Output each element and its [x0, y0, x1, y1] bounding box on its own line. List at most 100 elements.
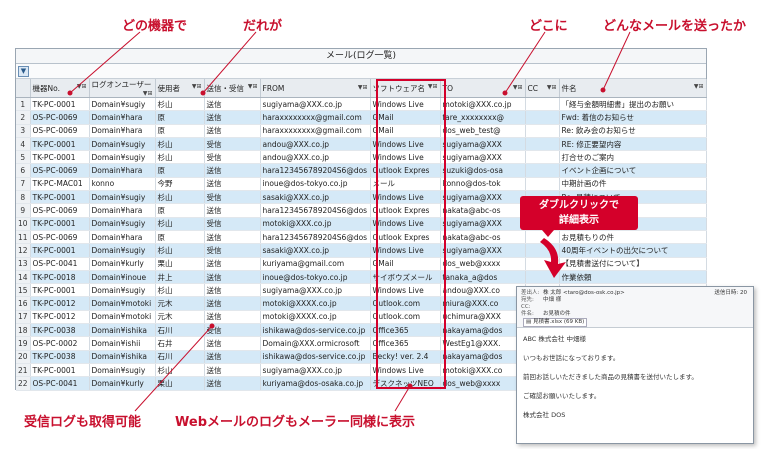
table-cell: Domain¥ishii [89, 336, 156, 351]
column-filter-icon[interactable]: ▼⊞ [248, 83, 258, 90]
table-cell: 18 [16, 323, 31, 338]
table-cell: Domain¥motoki [89, 296, 156, 311]
table-cell: andou@XXX.co.jp [260, 137, 371, 152]
table-cell: 送信 [204, 110, 261, 125]
table-cell: 12 [16, 243, 31, 258]
table-row[interactable]: 1 TK-PC-0001 Domain¥sugiy 杉山 送信 sugiyama@XXX.… [16, 97, 707, 112]
column-filter-icon[interactable]: ▼⊞ [694, 83, 704, 90]
table-row[interactable]: 14 TK-PC-0018 Domain¥inoue 井上 送信 inoue@dos-to… [16, 270, 707, 285]
table-cell: Windows Live [370, 150, 441, 165]
table-row[interactable]: 13 OS-PC-0041 Domain¥kurly 栗山 送信 kuriyama@gma… [16, 257, 707, 271]
table-row[interactable]: 7 TK-PC-MAC01 konno 今野 送信 inoue@dos-tokyo.co.… [16, 177, 707, 192]
attachment-name: 見積書.xlsx (69 KB) [532, 319, 585, 325]
table-cell: 送信 [204, 230, 261, 245]
column-header-1[interactable]: 機器No. ▼⊞ [30, 79, 90, 98]
table-cell: 送信 [204, 376, 261, 391]
table-cell: 14 [16, 270, 31, 285]
column-header-8[interactable]: CC ▼⊞ [525, 79, 560, 98]
table-cell: 原 [155, 124, 205, 138]
table-cell: 原 [155, 203, 205, 218]
table-row[interactable]: 5 TK-PC-0001 Domain¥sugiy 杉山 受信 andou@XXX.co.… [16, 150, 707, 165]
table-cell: 送信 [204, 283, 261, 298]
table-row[interactable]: 2 OS-PC-0069 Domain¥hara 原送信 haraxxxxxxxx@gm… [16, 110, 707, 125]
column-filter-icon[interactable]: ▼⊞ [143, 90, 153, 97]
cc-label: CC: [521, 304, 531, 310]
table-cell: TK-PC-0018 [30, 270, 90, 285]
table-cell: TK-PC-0038 [30, 350, 90, 364]
column-header-0[interactable] [16, 79, 31, 98]
table-cell: hara123456789204S6@dos [260, 230, 371, 245]
column-filter-icon[interactable]: ▼⊞ [358, 84, 368, 91]
column-filter-icon[interactable]: ▼⊞ [192, 83, 202, 90]
table-row[interactable]: 3 OS-PC-0069 Domain¥hara 原送信 haraxxxxxxxx@gm… [16, 124, 707, 138]
table-cell: kuriyama@dos-osaka.co.jp [260, 376, 371, 391]
table-cell: motoki@XXXX.co.jp [260, 310, 371, 325]
table-cell: konno@dos-tok [440, 177, 526, 192]
table-row[interactable]: 6 OS-PC-0069 Domain¥hara 原送信 hara12345678920… [16, 163, 707, 178]
table-cell: 17 [16, 310, 31, 325]
callout-which-device: どの機器で [122, 19, 188, 34]
table-cell: 送信 [204, 257, 261, 271]
table-cell: 石川 [155, 323, 205, 338]
table-cell: haraxxxxxxxx@gmail.com [260, 110, 371, 125]
column-filter-icon[interactable]: ▼⊞ [428, 83, 438, 90]
table-cell: Domain¥hara [89, 230, 156, 245]
table-cell: 石川 [155, 350, 205, 364]
column-header-3[interactable]: 使用者 ▼⊞ [155, 79, 205, 98]
table-cell: TK-PC-0001 [30, 217, 90, 231]
table-cell: Domain¥sugiy [89, 243, 156, 258]
table-cell: デスクネッツNEO [370, 376, 441, 391]
filter-toggle-icon[interactable]: ▼ [18, 66, 29, 77]
table-cell: motoki@XXX.co.jp [440, 97, 526, 112]
table-cell: TK-PC-0001 [30, 150, 90, 165]
table-cell: ishikawa@dos-service.co.jp [260, 350, 371, 364]
table-cell: TK-PC-0038 [30, 323, 90, 338]
callout-receive-log: 受信ログも取得可能 [24, 415, 142, 430]
table-cell: 8 [16, 190, 31, 205]
table-cell: konno [89, 177, 156, 192]
table-cell: 5 [16, 150, 31, 165]
table-row[interactable]: 4 TK-PC-0001 Domain¥sugiy 杉山 受信 andou@XXX.co.… [16, 137, 707, 152]
table-cell: sugiyama@XXX [440, 217, 526, 231]
table-cell: 今野 [155, 177, 205, 192]
table-cell: 4 [16, 137, 31, 152]
column-header-5[interactable]: FROM ▼⊞ [260, 79, 371, 98]
table-cell: TK-PC-MAC01 [30, 177, 90, 192]
column-header-4[interactable]: 送信・受信 ▼⊞ [204, 79, 261, 98]
attachment-chip[interactable]: ▤ 見積書.xlsx (69 KB) [523, 318, 588, 327]
table-cell: 受信 [204, 150, 261, 165]
column-header-2[interactable]: ログオンユーザー ▼⊞ [89, 79, 156, 98]
table-cell: sugiyama@XXX [440, 150, 526, 165]
table-cell: Office365 [370, 323, 441, 338]
column-filter-icon[interactable]: ▼⊞ [77, 83, 87, 90]
table-cell: Domain¥sugiy [89, 150, 156, 165]
table-cell: sugiyama@XXX.co.jp [260, 283, 371, 298]
table-cell: Outlook Expres [370, 163, 441, 178]
table-row[interactable]: 11 OS-PC-0069 Domain¥hara 原送信 hara1234567892… [16, 230, 707, 245]
table-cell: 13 [16, 257, 31, 271]
table-header-row: 機器No. ▼⊞ ログオンユーザー ▼⊞ 使用者 ▼⊞ 送信・受信 ▼⊞ FROM ▼⊞ ソフトウェ… [16, 79, 707, 98]
table-cell [525, 124, 560, 138]
column-header-label: ソフトウェア名 [372, 83, 426, 93]
table-cell [525, 110, 560, 125]
column-header-9[interactable]: 件名 ▼⊞ [559, 79, 707, 98]
table-cell: inoue@dos-tokyo.co.jp [260, 177, 371, 192]
table-cell [525, 150, 560, 165]
table-cell: 石井 [155, 336, 205, 351]
table-cell: kuriyama@gmail.com [260, 257, 371, 271]
table-cell: TK-PC-0001 [30, 363, 90, 378]
table-cell: 2 [16, 110, 31, 125]
mail-body-line: ABC 株式会社 中畑様 [523, 335, 586, 343]
double-click-line2: 詳細表示 [559, 215, 599, 226]
mail-body-line: 前回お話しいただきました商品の見積書を送付いたします。 [523, 373, 698, 381]
table-cell: 杉山 [155, 363, 205, 378]
double-click-badge: ダブルクリックで 詳細表示 [520, 196, 638, 237]
column-filter-icon[interactable]: ▼⊞ [513, 84, 523, 91]
column-header-7[interactable]: TO ▼⊞ [440, 79, 526, 98]
column-filter-icon[interactable]: ▼⊞ [547, 84, 557, 91]
table-row[interactable]: 12 TK-PC-0001 Domain¥sugiy 杉山 受信 sasaki@XXX.c… [16, 243, 707, 258]
column-header-label: 機器No. [32, 83, 60, 93]
table-cell: nakata@abc-os [440, 203, 526, 218]
table-cell: motoki@XXXX.co.jp [260, 296, 371, 311]
column-header-6[interactable]: ソフトウェア名 ▼⊞ [370, 79, 441, 98]
